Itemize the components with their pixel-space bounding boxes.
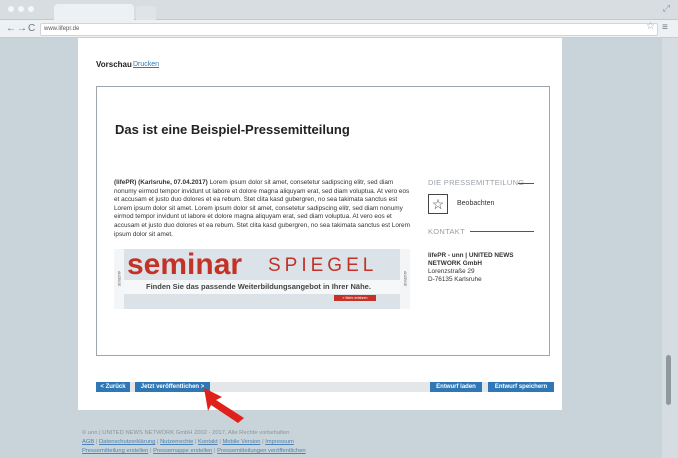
contact-block: lifePR - unn | UNITED NEWS NETWORK GmbH … bbox=[428, 252, 528, 284]
footer-link-user-rights[interactable]: Nutzerrechte bbox=[160, 439, 193, 445]
contact-city: D-76135 Karlsruhe bbox=[428, 276, 482, 283]
footer-link-agb[interactable]: AGB bbox=[82, 439, 94, 445]
contact-section-heading: KONTAKT bbox=[428, 227, 465, 236]
back-arrow-icon[interactable]: ← bbox=[6, 22, 16, 36]
footer-link-publish-pr[interactable]: Pressemitteilungen veröffentlichen bbox=[217, 448, 306, 454]
back-button[interactable]: < Zurück bbox=[96, 382, 130, 392]
browser-toolbar: ← → C www.lifepr.de ☆ ≡ bbox=[0, 20, 678, 38]
footer-copyright: © unn | UNITED NEWS NETWORK GmbH 2002 - … bbox=[82, 430, 290, 436]
banner-side-label-left: ANZEIGE bbox=[117, 271, 121, 287]
page-footer: © unn | UNITED NEWS NETWORK GmbH 2002 - … bbox=[82, 429, 306, 456]
banner-tagline: Finden Sie das passende Weiterbildungsan… bbox=[146, 282, 371, 291]
forward-arrow-icon[interactable]: → bbox=[17, 22, 27, 36]
close-window-icon[interactable] bbox=[8, 6, 14, 12]
preview-heading: Vorschau bbox=[96, 60, 132, 69]
banner-side-label-right: ANZEIGE bbox=[403, 271, 407, 287]
footer-link-privacy[interactable]: Datenschutzerklärung bbox=[99, 439, 155, 445]
browser-titlebar: ⤢ bbox=[0, 0, 678, 20]
browser-tab[interactable] bbox=[54, 4, 134, 20]
banner-brand-main: seminar bbox=[127, 248, 243, 281]
load-draft-button[interactable]: Entwurf laden bbox=[430, 382, 482, 392]
arrow-shape bbox=[204, 388, 244, 423]
url-bar[interactable]: www.lifepr.de bbox=[40, 23, 658, 36]
url-text: www.lifepr.de bbox=[44, 26, 80, 32]
save-draft-button[interactable]: Entwurf speichern bbox=[488, 382, 554, 392]
press-release-section-heading: DIE PRESSEMITTEILUNG bbox=[428, 178, 525, 187]
footer-link-create-pr[interactable]: Pressemitteilung erstellen bbox=[82, 448, 148, 454]
banner-side-right: ANZEIGE bbox=[400, 249, 410, 309]
minimize-window-icon[interactable] bbox=[18, 6, 24, 12]
press-release-text: Lorem ipsum dolor sit amet, consetetur s… bbox=[114, 179, 410, 238]
bookmark-star-icon[interactable]: ☆ bbox=[646, 21, 655, 32]
banner-more-button[interactable]: » Mehr erfahren bbox=[334, 295, 376, 301]
press-release-body: (lifePR) (Karlsruhe, 07.04.2017) Lorem i… bbox=[114, 179, 411, 239]
watch-star-icon[interactable]: ☆ bbox=[428, 194, 448, 214]
pointer-arrow-icon bbox=[204, 388, 244, 423]
scrollbar-thumb[interactable] bbox=[666, 355, 671, 405]
heading-rule bbox=[470, 231, 534, 232]
watch-label[interactable]: Beobachten bbox=[457, 200, 494, 207]
publish-now-button[interactable]: Jetzt veröffentlichen > bbox=[135, 382, 210, 392]
contact-street: Lorenzstraße 29 bbox=[428, 268, 475, 275]
contact-name: lifePR - unn | UNITED NEWS NETWORK GmbH bbox=[428, 252, 514, 267]
window-controls[interactable] bbox=[8, 6, 34, 12]
heading-rule bbox=[518, 183, 534, 184]
print-link[interactable]: Drucken bbox=[133, 61, 159, 68]
new-tab-button[interactable] bbox=[136, 6, 156, 20]
footer-link-create-folder[interactable]: Pressemappe erstellen bbox=[153, 448, 212, 454]
banner-brand-accent: SPIEGEL bbox=[268, 255, 378, 276]
banner-side-left: ANZEIGE bbox=[114, 249, 124, 309]
footer-link-mobile[interactable]: Mobile Version bbox=[222, 439, 260, 445]
maximize-window-icon[interactable] bbox=[28, 6, 34, 12]
footer-links-row2: Pressemitteilung erstellen | Pressemappe… bbox=[82, 448, 306, 454]
browser-menu-icon[interactable]: ≡ bbox=[662, 22, 668, 33]
press-release-lead: (lifePR) (Karlsruhe, 07.04.2017) bbox=[114, 179, 208, 186]
footer-link-imprint[interactable]: Impressum bbox=[265, 439, 294, 445]
footer-link-contact[interactable]: Kontakt bbox=[198, 439, 218, 445]
reload-icon[interactable]: C bbox=[28, 22, 35, 36]
fullscreen-icon[interactable]: ⤢ bbox=[663, 3, 670, 14]
footer-links-row1: AGB | Datenschutzerklärung | Nutzerrecht… bbox=[82, 439, 294, 445]
press-release-title: Das ist eine Beispiel-Pressemitteilung bbox=[115, 122, 350, 137]
